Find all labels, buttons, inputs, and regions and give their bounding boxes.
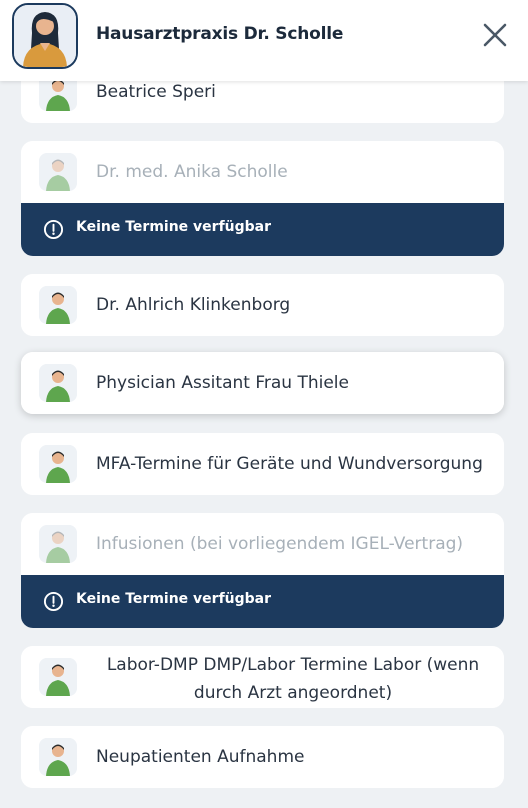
alert-circle-icon	[43, 591, 64, 612]
provider-avatar-icon	[39, 525, 77, 563]
provider-avatar-icon	[39, 445, 77, 483]
provider-avatar-icon	[39, 658, 77, 696]
provider-label: Neupatienten Aufnahme	[96, 747, 305, 767]
provider-avatar-icon	[39, 286, 77, 324]
close-button[interactable]	[482, 22, 508, 48]
practice-title: Hausarztpraxis Dr. Scholle	[96, 24, 344, 44]
provider-list: Beatrice Speri Dr. med. Anika Scholle Ke…	[0, 0, 528, 808]
provider-avatar-icon	[39, 364, 77, 402]
provider-label: Infusionen (bei vorliegendem IGEL-Vertra…	[96, 534, 464, 554]
provider-card-ahlrich-klinkenborg[interactable]: Dr. Ahlrich Klinkenborg	[21, 274, 504, 336]
unavailable-text: Keine Termine verfügbar	[76, 591, 272, 607]
provider-card-mfa-termine[interactable]: MFA-Termine für Geräte und Wundversorgun…	[21, 433, 504, 495]
provider-label: Labor-DMP DMP/Labor Termine Labor (wenn …	[106, 655, 480, 703]
alert-circle-icon	[43, 219, 64, 240]
provider-card-anika-scholle: Dr. med. Anika Scholle Keine Termine ver…	[21, 141, 504, 256]
provider-label: Dr. Ahlrich Klinkenborg	[96, 295, 291, 315]
close-icon	[483, 23, 507, 47]
provider-card-infusionen: Infusionen (bei vorliegendem IGEL-Vertra…	[21, 513, 504, 628]
unavailable-text: Keine Termine verfügbar	[76, 219, 272, 235]
provider-label: Dr. med. Anika Scholle	[96, 162, 288, 182]
doctor-avatar-icon	[12, 3, 78, 69]
provider-card-frau-thiele[interactable]: Physician Assitant Frau Thiele	[21, 352, 504, 414]
provider-label: MFA-Termine für Geräte und Wundversorgun…	[96, 454, 483, 474]
provider-avatar-icon	[39, 738, 77, 776]
header: Hausarztpraxis Dr. Scholle	[0, 0, 528, 81]
provider-label: Physician Assitant Frau Thiele	[96, 373, 349, 393]
provider-card-neupatienten[interactable]: Neupatienten Aufnahme	[21, 726, 504, 788]
provider-card-labor-dmp[interactable]: Labor-DMP DMP/Labor Termine Labor (wenn …	[21, 646, 504, 708]
unavailable-banner: Keine Termine verfügbar	[21, 203, 504, 256]
provider-avatar-icon	[39, 153, 77, 191]
unavailable-banner: Keine Termine verfügbar	[21, 575, 504, 628]
